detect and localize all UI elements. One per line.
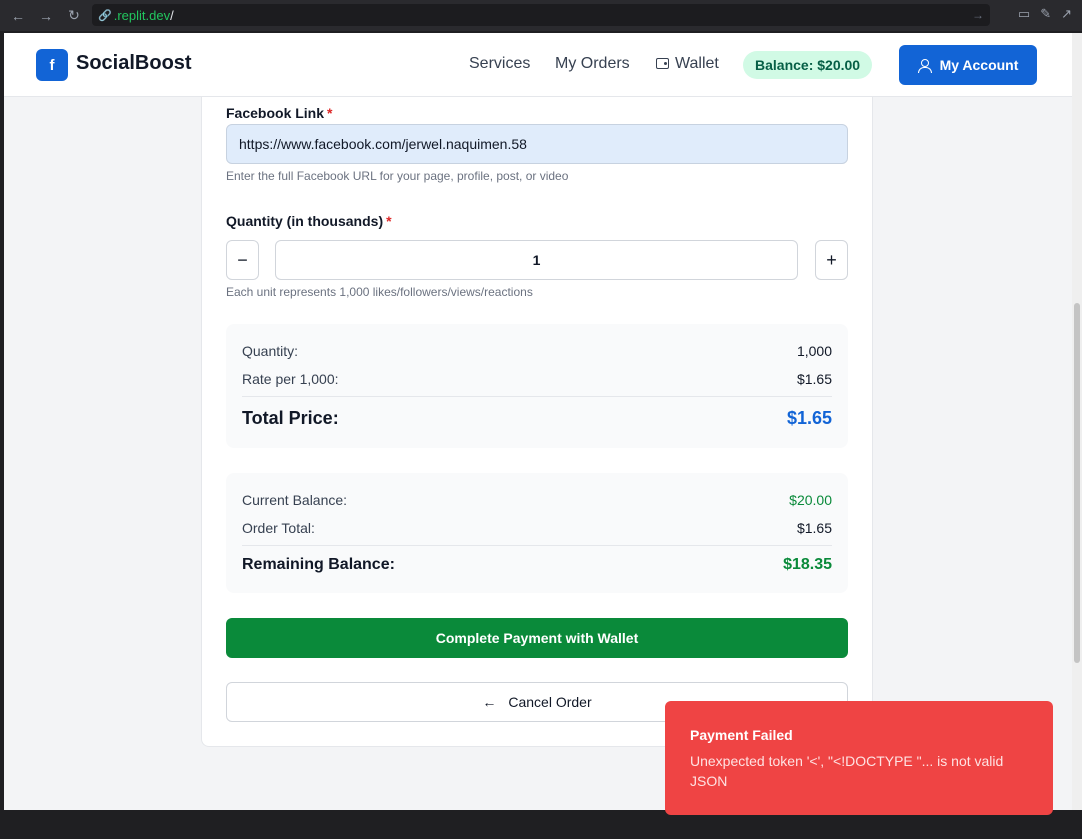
reload-icon[interactable]: ↻ <box>64 6 84 26</box>
order-total-value: $1.65 <box>796 520 832 536</box>
nav-wallet[interactable]: Wallet <box>656 55 719 73</box>
link-icon: 🔗 <box>98 9 112 22</box>
scrollbar[interactable] <box>1072 33 1082 810</box>
back-icon[interactable]: ← <box>8 6 28 26</box>
quantity-input[interactable]: 1 <box>275 240 798 280</box>
external-link-icon[interactable]: ↗ <box>1061 6 1072 22</box>
facebook-link-input[interactable]: https://www.facebook.com/jerwel.naquimen… <box>226 124 848 164</box>
current-balance-row: Current Balance: $20.00 <box>242 492 832 508</box>
required-mark: * <box>327 105 333 121</box>
total-price-row: Total Price: $1.65 <box>242 408 832 429</box>
facebook-logo-icon[interactable]: f <box>36 49 68 81</box>
error-toast[interactable]: Payment Failed Unexpected token '<', "<!… <box>665 701 1053 815</box>
remaining-balance-row: Remaining Balance: $18.35 <box>242 556 832 574</box>
nav-wallet-label: Wallet <box>675 55 719 72</box>
cancel-order-label: Cancel Order <box>508 694 592 710</box>
facebook-link-hint: Enter the full Facebook URL for your pag… <box>226 169 569 183</box>
required-mark: * <box>386 213 392 229</box>
user-icon <box>917 58 932 73</box>
my-account-label: My Account <box>939 57 1019 73</box>
summary-divider <box>242 545 832 546</box>
quantity-increment-button[interactable]: + <box>815 240 848 280</box>
toast-title: Payment Failed <box>690 727 793 743</box>
url-path: / <box>170 7 174 23</box>
toast-message: Unexpected token '<', "<!DOCTYPE "... is… <box>690 753 1004 789</box>
page: f SocialBoost Services My Orders Wallet … <box>4 33 1072 810</box>
summary-divider <box>242 396 832 397</box>
total-price-value: $1.65 <box>786 408 832 428</box>
order-total-row: Order Total: $1.65 <box>242 520 832 536</box>
url-host: .replit.dev <box>113 7 171 23</box>
wrench-icon[interactable]: ✎ <box>1040 6 1051 22</box>
order-form-card: Facebook Link * https://www.facebook.com/… <box>201 97 873 747</box>
quantity-summary-value: 1,000 <box>796 343 832 359</box>
remaining-balance-label: Remaining Balance: <box>242 556 395 573</box>
quantity-label: Quantity (in thousands) * <box>226 213 392 229</box>
price-summary: Quantity: 1,000 Rate per 1,000: $1.65 To… <box>226 324 848 448</box>
rate-value: $1.65 <box>796 371 832 387</box>
monitor-icon[interactable]: ▭ <box>1018 6 1030 22</box>
rate-row: Rate per 1,000: $1.65 <box>242 371 832 387</box>
remaining-balance-value: $18.35 <box>783 556 832 573</box>
forward-icon[interactable]: → <box>36 6 56 26</box>
brand-name[interactable]: SocialBoost <box>76 52 192 75</box>
wallet-icon <box>656 58 669 69</box>
address-bar[interactable]: 🔗 .replit.dev / → <box>92 4 990 26</box>
quantity-hint: Each unit represents 1,000 likes/followe… <box>226 285 533 299</box>
nav-services[interactable]: Services <box>469 55 530 73</box>
quantity-decrement-button[interactable]: − <box>226 240 259 280</box>
facebook-link-label: Facebook Link * <box>226 105 333 121</box>
browser-toolbar: ← → ↻ 🔗 .replit.dev / → ▭ ✎ ↗ <box>0 0 1082 31</box>
balance-summary: Current Balance: $20.00 Order Total: $1.… <box>226 473 848 593</box>
balance-badge: Balance: $20.00 <box>743 51 873 79</box>
complete-payment-button[interactable]: Complete Payment with Wallet <box>226 618 848 658</box>
quantity-summary-label: Quantity: <box>242 343 299 359</box>
scrollbar-thumb[interactable] <box>1074 303 1080 663</box>
current-balance-label: Current Balance: <box>242 492 348 508</box>
go-arrow-icon[interactable]: → <box>972 8 984 22</box>
nav-my-orders[interactable]: My Orders <box>555 55 630 73</box>
arrow-left-icon: ← <box>482 694 497 710</box>
site-header: f SocialBoost Services My Orders Wallet … <box>4 33 1072 97</box>
rate-label: Rate per 1,000: <box>242 371 339 387</box>
quantity-row: Quantity: 1,000 <box>242 343 832 359</box>
total-price-label: Total Price: <box>242 408 339 428</box>
order-total-label: Order Total: <box>242 520 315 536</box>
current-balance-value: $20.00 <box>789 492 832 508</box>
my-account-button[interactable]: My Account <box>899 45 1037 85</box>
